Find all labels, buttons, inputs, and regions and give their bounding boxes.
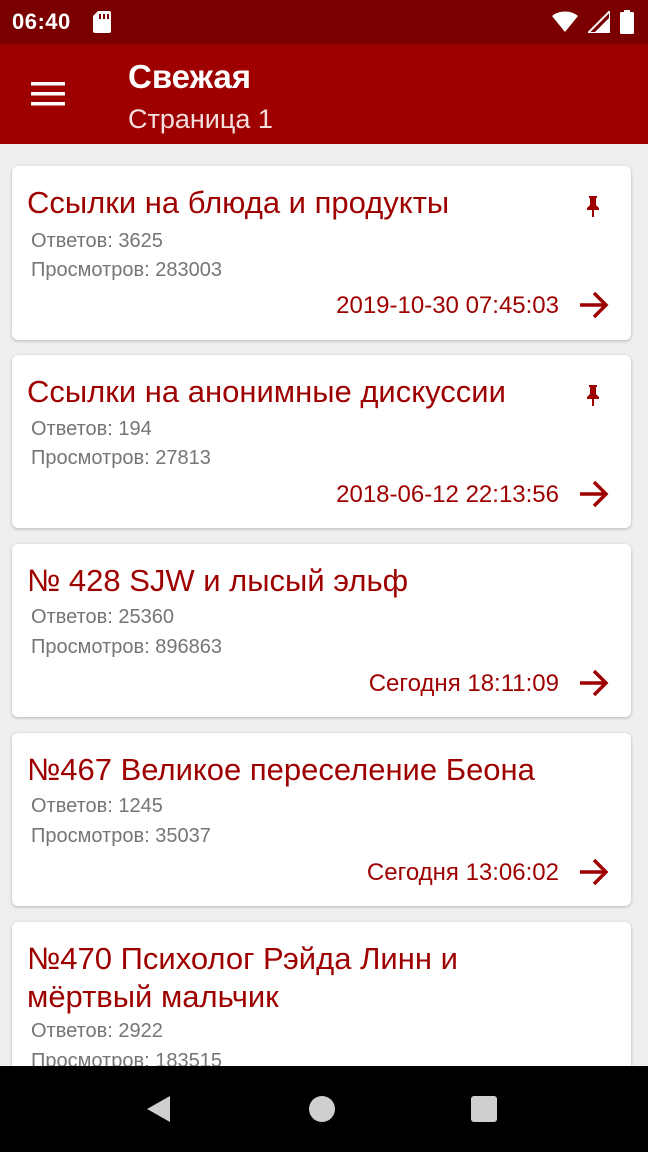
thread-card[interactable]: Ссылки на блюда и продукты Ответов: 3625… — [12, 166, 631, 340]
thread-title: Ссылки на блюда и продукты — [27, 185, 450, 220]
sd-card-icon — [92, 11, 111, 33]
pin-icon — [587, 385, 599, 406]
thread-card[interactable]: Ссылки на анонимные дискуссии Ответов: 1… — [12, 355, 631, 528]
thread-title: №470 Психолог Рэйда Линн и мёртвый мальч… — [27, 941, 458, 1014]
thread-title: Ссылки на анонимные дискуссии — [27, 374, 506, 409]
thread-views: Просмотров: 27813 — [31, 447, 211, 469]
arrow-right-icon[interactable] — [577, 477, 611, 511]
thread-date: Сегодня 18:11:09 — [368, 670, 559, 697]
thread-replies: Ответов: 1245 — [31, 795, 163, 817]
thread-views: Просмотров: 283003 — [31, 259, 222, 281]
recents-icon[interactable] — [467, 1092, 501, 1126]
app-bar: Свежая Страница 1 — [0, 44, 648, 144]
home-icon[interactable] — [305, 1092, 339, 1126]
pin-icon — [587, 196, 599, 217]
arrow-right-icon[interactable] — [577, 288, 611, 322]
thread-replies: Ответов: 194 — [31, 418, 152, 440]
page-subtitle: Страница 1 — [128, 104, 273, 134]
thread-date: Сегодня 13:06:02 — [366, 859, 559, 886]
thread-views: Просмотров: 183515 — [31, 1050, 222, 1066]
status-bar: 06:40 — [0, 0, 648, 44]
page-title: Свежая — [128, 58, 252, 95]
thread-card[interactable]: № 428 SJW и лысый эльф Ответов: 25360 Пр… — [12, 544, 631, 717]
status-time: 06:40 — [12, 9, 71, 34]
back-icon[interactable] — [142, 1092, 176, 1126]
arrow-right-icon[interactable] — [577, 666, 611, 700]
thread-replies: Ответов: 2922 — [31, 1020, 163, 1042]
signal-icon — [588, 11, 610, 33]
battery-icon — [620, 10, 634, 34]
thread-card[interactable]: №470 Психолог Рэйда Линн и мёртвый мальч… — [12, 922, 631, 1066]
thread-views: Просмотров: 896863 — [31, 636, 222, 658]
thread-list[interactable]: Ссылки на блюда и продукты Ответов: 3625… — [0, 144, 648, 1066]
thread-date: 2019-10-30 07:45:03 — [336, 292, 559, 319]
arrow-right-icon[interactable] — [577, 855, 611, 889]
thread-title: №467 Великое переселение Беона — [27, 752, 535, 787]
thread-card[interactable]: №467 Великое переселение Беона Ответов: … — [12, 733, 631, 906]
thread-views: Просмотров: 35037 — [31, 825, 211, 847]
menu-button[interactable] — [18, 69, 78, 119]
menu-icon — [31, 82, 65, 106]
thread-title: № 428 SJW и лысый эльф — [27, 563, 409, 598]
thread-replies: Ответов: 25360 — [31, 606, 174, 628]
thread-replies: Ответов: 3625 — [31, 230, 163, 252]
thread-date: 2018-06-12 22:13:56 — [336, 481, 559, 508]
wifi-icon — [552, 11, 578, 32]
navigation-bar — [0, 1066, 648, 1152]
